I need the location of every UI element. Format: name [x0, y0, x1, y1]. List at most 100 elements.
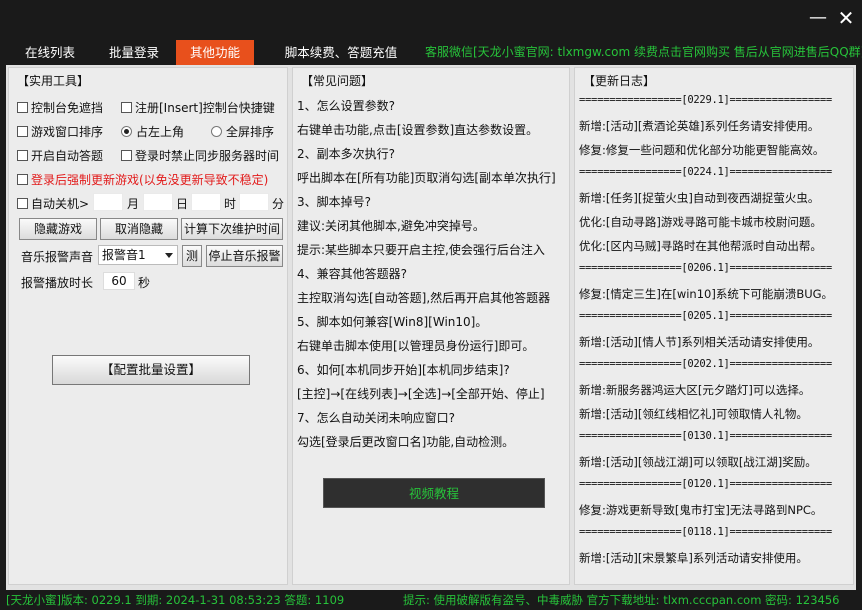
tab-batch-login[interactable]: 批量登录 — [96, 40, 172, 65]
tab-renewal-recharge[interactable]: 脚本续费、答题充值 — [262, 40, 420, 65]
title-bar: — ✕ — [0, 0, 862, 40]
download-notice[interactable]: 提示: 使用破解版有盗号、中毒威胁 官方下载地址: tlxm.cccpan.co… — [403, 590, 840, 610]
calc-maintenance-button[interactable]: 计算下次维护时间 — [181, 218, 283, 240]
changelog-entry: 新增:[活动][情人节]系列相关活动请安排使用。 — [579, 335, 820, 349]
minimize-button[interactable]: — — [805, 6, 831, 30]
checkbox-label: 登录后强制更新游戏(以免没更新导致不稳定) — [31, 173, 269, 187]
changelog-list[interactable]: =================[0229.1]===============… — [577, 90, 843, 582]
faq-line: 5、脚本如何兼容[Win8][Win10]。 — [297, 315, 488, 329]
tab-online-list[interactable]: 在线列表 — [14, 40, 86, 65]
tab-bar: 在线列表 批量登录 其他功能 脚本续费、答题充值 客服微信[天龙小蜜官网: tl… — [0, 40, 862, 65]
changelog-entry: 修复:[情定三生]在[win10]系统下可能崩溃BUG。 — [579, 287, 834, 301]
faq-line: 提示:某些脚本只要开启主控,使会强行后台注入 — [297, 243, 545, 257]
changelog-entry: 修复:修复一些问题和优化部分功能更智能高效。 — [579, 143, 825, 157]
alarm-sound-value: 报警音1 — [102, 248, 146, 262]
changelog-entry: 新增:[活动][煮酒论英雄]系列任务请安排使用。 — [579, 119, 820, 133]
stop-music-button[interactable]: 停止音乐报警 — [206, 245, 283, 267]
changelog-entry: 修复:游戏更新导致[鬼市打宝]无法寻路到NPC。 — [579, 503, 823, 517]
batch-config-button[interactable]: 【配置批量设置】 — [52, 355, 250, 385]
faq-line: 6、如何[本机同步开始][本机同步结束]? — [297, 363, 510, 377]
shutdown-day-input[interactable] — [143, 193, 173, 211]
faq-line: 4、兼容其他答题器? — [297, 267, 408, 281]
checkbox-icon — [17, 174, 28, 185]
chevron-down-icon — [165, 253, 173, 258]
changelog-entry: 新增:[任务][捉萤火虫]自动到夜西湖捉萤火虫。 — [579, 191, 820, 205]
faq-line: 7、怎么自动关闭未响应窗口? — [297, 411, 456, 425]
checkbox-label: 注册[Insert]控制台快捷键 — [135, 101, 275, 115]
checkbox-icon — [17, 198, 28, 209]
alarm-duration-input[interactable]: 60 — [103, 272, 135, 290]
faq-line: 2、副本多次执行? — [297, 147, 396, 161]
alarm-sound-label: 音乐报警声音 — [21, 250, 94, 264]
support-notice[interactable]: 客服微信[天龙小蜜官网: tlxmgw.com 续费点击官网购买 售后从官网进售… — [425, 40, 862, 65]
seconds-label: 秒 — [138, 276, 151, 290]
faq-line: 3、脚本掉号? — [297, 195, 372, 209]
shutdown-month-input[interactable] — [93, 193, 123, 211]
checkbox-label: 控制台免遮挡 — [31, 101, 104, 115]
changelog-title: 【更新日志】 — [583, 74, 656, 88]
hide-game-button[interactable]: 隐藏游戏 — [19, 218, 97, 240]
hour-label: 时 — [224, 197, 237, 211]
changelog-separator: =================[0229.1]===============… — [579, 94, 832, 106]
main-area: 【实用工具】 控制台免遮挡 注册[Insert]控制台快捷键 游戏窗口排序 占左… — [6, 65, 856, 590]
changelog-entry: 新增:[活动][领红线相忆礼]可领取情人礼物。 — [579, 407, 808, 421]
top-left-radio[interactable]: 占左上角 — [121, 123, 184, 140]
changelog-separator: =================[0224.1]===============… — [579, 166, 832, 178]
changelog-separator: =================[0202.1]===============… — [579, 358, 832, 370]
changelog-entry: 新增:[活动][宋景繁阜]系列活动请安排使用。 — [579, 551, 808, 565]
register-insert-checkbox[interactable]: 注册[Insert]控制台快捷键 — [121, 99, 275, 116]
close-button[interactable]: ✕ — [833, 6, 859, 30]
faq-line: [主控]→[在线列表]→[全选]→[全部开始、停止] — [297, 387, 545, 401]
day-label: 日 — [176, 197, 189, 211]
changelog-separator: =================[0118.1]===============… — [579, 526, 832, 538]
alarm-sound-select[interactable]: 报警音1 — [98, 245, 178, 265]
month-label: 月 — [127, 197, 140, 211]
faq-line: 主控取消勾选[自动答题],然后再开启其他答题器 — [297, 291, 551, 305]
radio-label: 占左上角 — [136, 125, 185, 139]
changelog-panel: 【更新日志】 =================[0229.1]========… — [574, 67, 854, 585]
test-sound-button[interactable]: 测 — [182, 245, 202, 267]
force-update-checkbox[interactable]: 登录后强制更新游戏(以免没更新导致不稳定) — [17, 171, 268, 188]
faq-line: 建议:关闭其他脚本,避免冲突掉号。 — [297, 219, 485, 233]
checkbox-label: 开启自动答题 — [31, 149, 104, 163]
tab-other-functions[interactable]: 其他功能 — [176, 40, 254, 65]
radio-selected-icon — [121, 126, 132, 137]
auto-shutdown-checkbox[interactable]: 自动关机> — [17, 195, 89, 212]
version-status: [天龙小蜜]版本: 0229.1 到期: 2024-1-31 08:53:23 … — [6, 593, 345, 607]
checkbox-icon — [121, 102, 132, 113]
checkbox-icon — [17, 150, 28, 161]
video-tutorial-button[interactable]: 视频教程 — [323, 478, 545, 508]
changelog-entry: 优化:[区内马贼]寻路时在其他帮派时自动出帮。 — [579, 239, 822, 253]
alarm-duration-label: 报警播放时长 — [21, 276, 94, 290]
auto-answer-checkbox[interactable]: 开启自动答题 — [17, 147, 103, 164]
faq-line: 右键单击脚本使用[以管理员身份运行]即可。 — [297, 339, 535, 353]
shutdown-hour-input[interactable] — [191, 193, 221, 211]
changelog-entry: 新增:新服务器鸿运大区[元夕踏灯]可以选择。 — [579, 383, 811, 397]
disable-sync-time-checkbox[interactable]: 登录时禁止同步服务器时间 — [121, 147, 279, 164]
radio-icon — [211, 126, 222, 137]
minute-label: 分 — [272, 197, 285, 211]
checkbox-icon — [17, 102, 28, 113]
tools-panel: 【实用工具】 控制台免遮挡 注册[Insert]控制台快捷键 游戏窗口排序 占左… — [8, 67, 288, 585]
changelog-separator: =================[0205.1]===============… — [579, 310, 832, 322]
radio-label: 全屏排序 — [226, 125, 275, 139]
faq-line: 呼出脚本在[所有功能]页取消勾选[副本单次执行] — [297, 171, 556, 185]
console-no-cover-checkbox[interactable]: 控制台免遮挡 — [17, 99, 103, 116]
cancel-hide-button[interactable]: 取消隐藏 — [100, 218, 178, 240]
faq-line: 1、怎么设置参数? — [297, 99, 396, 113]
changelog-separator: =================[0206.1]===============… — [579, 262, 832, 274]
changelog-entry: 优化:[自动寻路]游戏寻路可能卡城市校尉问题。 — [579, 215, 822, 229]
checkbox-label: 游戏窗口排序 — [31, 125, 104, 139]
faq-line: 勾选[登录后更改窗口名]功能,自动检测。 — [297, 435, 515, 449]
status-bar: [天龙小蜜]版本: 0229.1 到期: 2024-1-31 08:53:23 … — [0, 590, 862, 610]
faq-title: 【常见问题】 — [301, 74, 374, 88]
fullscreen-sort-radio[interactable]: 全屏排序 — [211, 123, 274, 140]
changelog-entry: 新增:[活动][领战江湖]可以领取[战江湖]奖励。 — [579, 455, 817, 469]
faq-line: 右键单击功能,点击[设置参数]直达参数设置。 — [297, 123, 539, 137]
changelog-separator: =================[0130.1]===============… — [579, 430, 832, 442]
checkbox-icon — [121, 150, 132, 161]
checkbox-label: 登录时禁止同步服务器时间 — [135, 149, 280, 163]
checkbox-label: 自动关机> — [31, 197, 90, 211]
window-sort-checkbox[interactable]: 游戏窗口排序 — [17, 123, 103, 140]
shutdown-minute-input[interactable] — [239, 193, 269, 211]
